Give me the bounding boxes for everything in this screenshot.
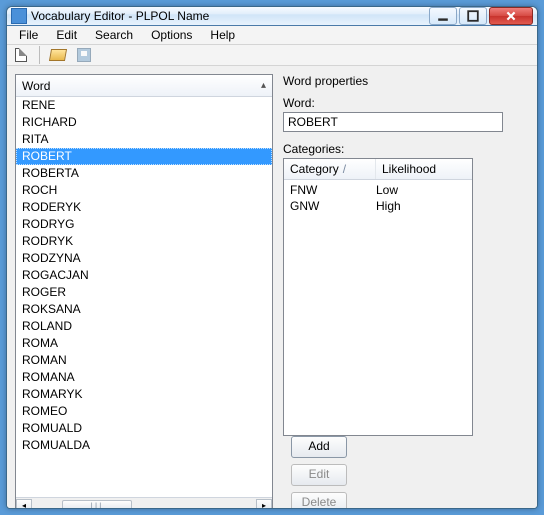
delete-button[interactable]: Delete — [291, 492, 347, 509]
folder-open-icon — [49, 49, 67, 61]
document-icon — [15, 48, 27, 62]
col-likelihood[interactable]: Likelihood — [376, 159, 442, 179]
new-button[interactable] — [11, 45, 31, 65]
categories-rows[interactable]: FNWLowGNWHigh — [284, 180, 472, 216]
window-title: Vocabulary Editor - PLPOL Name — [31, 9, 429, 23]
word-field[interactable]: ROBERT — [283, 112, 503, 132]
table-row[interactable]: GNWHigh — [284, 198, 472, 214]
menubar: File Edit Search Options Help — [7, 26, 537, 45]
list-item[interactable]: ROCH — [16, 182, 272, 199]
list-item[interactable]: ROMUALD — [16, 420, 272, 437]
edit-button[interactable]: Edit — [291, 464, 347, 486]
menu-options[interactable]: Options — [143, 26, 200, 44]
list-item[interactable]: ROMA — [16, 335, 272, 352]
list-item[interactable]: ROMUALDA — [16, 437, 272, 454]
scroll-thumb[interactable]: ||| — [62, 500, 132, 510]
sort-indicator-icon: ▴ — [261, 80, 266, 91]
word-list-header-label: Word — [22, 79, 50, 93]
open-button[interactable] — [48, 45, 68, 65]
list-item[interactable]: RENE — [16, 97, 272, 114]
scroll-right-button[interactable]: ▸ — [256, 499, 272, 510]
table-row[interactable]: FNWLow — [284, 182, 472, 198]
menu-search[interactable]: Search — [87, 26, 141, 44]
menu-help[interactable]: Help — [202, 26, 243, 44]
categories-label: Categories: — [283, 142, 529, 156]
properties-title: Word properties — [283, 74, 529, 88]
list-item[interactable]: ROMANA — [16, 369, 272, 386]
categories-table[interactable]: Category / Likelihood FNWLowGNWHigh — [283, 158, 473, 436]
list-item[interactable]: RODERYK — [16, 199, 272, 216]
categories-header[interactable]: Category / Likelihood — [284, 159, 472, 180]
category-buttons: Add Edit Delete — [291, 436, 347, 509]
add-button[interactable]: Add — [291, 436, 347, 458]
properties-panel: Word properties Word: ROBERT Categories:… — [283, 74, 529, 509]
word-list-rows[interactable]: RENERICHARDRITAROBERTROBERTAROCHRODERYKR… — [16, 97, 272, 497]
list-item[interactable]: ROGACJAN — [16, 267, 272, 284]
list-item[interactable]: ROMEO — [16, 403, 272, 420]
list-item[interactable]: RODRYG — [16, 216, 272, 233]
save-button[interactable] — [74, 45, 94, 65]
word-list-header[interactable]: Word ▴ — [16, 75, 272, 97]
list-item[interactable]: ROMARYK — [16, 386, 272, 403]
word-field-label: Word: — [283, 96, 529, 110]
close-button[interactable] — [489, 7, 533, 25]
app-icon — [11, 8, 27, 24]
scroll-left-button[interactable]: ◂ — [16, 499, 32, 510]
body: Word ▴ RENERICHARDRITAROBERTROBERTAROCHR… — [7, 66, 537, 509]
save-icon — [77, 48, 91, 62]
menu-edit[interactable]: Edit — [48, 26, 85, 44]
list-item[interactable]: ROKSANA — [16, 301, 272, 318]
menu-file[interactable]: File — [11, 26, 46, 44]
divider-icon: / — [343, 162, 346, 176]
list-item[interactable]: ROBERTA — [16, 165, 272, 182]
word-listbox[interactable]: Word ▴ RENERICHARDRITAROBERTROBERTAROCHR… — [15, 74, 273, 509]
col-category[interactable]: Category / — [284, 159, 376, 179]
list-item[interactable]: RITA — [16, 131, 272, 148]
titlebar[interactable]: Vocabulary Editor - PLPOL Name — [7, 7, 537, 26]
list-item[interactable]: ROBERT — [16, 148, 272, 165]
window: Vocabulary Editor - PLPOL Name File Edit… — [6, 6, 538, 509]
list-item[interactable]: ROGER — [16, 284, 272, 301]
list-item[interactable]: ROLAND — [16, 318, 272, 335]
hscrollbar[interactable]: ◂ ||| ▸ — [16, 497, 272, 509]
toolbar — [7, 45, 537, 66]
minimize-button[interactable] — [429, 7, 457, 25]
list-item[interactable]: RODZYNA — [16, 250, 272, 267]
word-list-panel: Word ▴ RENERICHARDRITAROBERTROBERTAROCHR… — [15, 74, 273, 509]
separator — [39, 46, 40, 64]
list-item[interactable]: ROMAN — [16, 352, 272, 369]
maximize-button[interactable] — [459, 7, 487, 25]
list-item[interactable]: RICHARD — [16, 114, 272, 131]
list-item[interactable]: RODRYK — [16, 233, 272, 250]
